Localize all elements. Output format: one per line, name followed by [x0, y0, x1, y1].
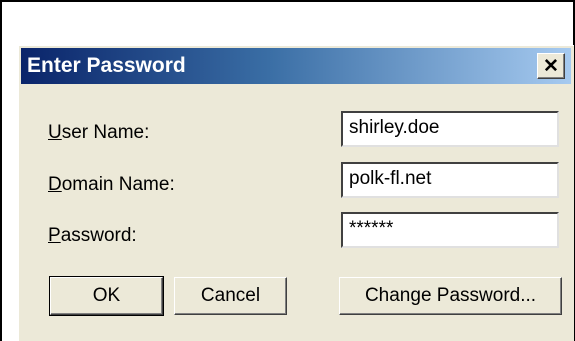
domain-name-label-text: omain Name: [61, 174, 175, 195]
domain-name-label: Domain Name: [48, 174, 175, 196]
ok-button[interactable]: OK [49, 276, 164, 316]
password-field[interactable]: ****** [341, 212, 559, 248]
password-label: Password: [48, 225, 137, 247]
domain-name-label-accel: D [48, 174, 62, 195]
user-name-field[interactable]: shirley.doe [341, 111, 559, 147]
user-name-label-text: ser Name: [61, 122, 150, 143]
enter-password-dialog: Enter Password ✕ User Name: shirley.doe … [18, 45, 574, 341]
user-name-label-accel: U [48, 122, 62, 143]
frame-top-border [0, 0, 575, 2]
close-button[interactable]: ✕ [537, 53, 565, 79]
user-name-label: User Name: [48, 122, 149, 144]
dialog-titlebar[interactable]: Enter Password ✕ [21, 48, 571, 84]
domain-name-field[interactable]: polk-fl.net [341, 162, 559, 198]
close-icon: ✕ [543, 55, 559, 77]
frame-left-border [0, 0, 2, 341]
change-password-button[interactable]: Change Password... [339, 277, 562, 315]
cancel-button[interactable]: Cancel [174, 277, 287, 315]
dialog-title: Enter Password [27, 54, 186, 77]
password-label-text: assword: [60, 225, 137, 246]
screenshot-canvas: Enter Password ✕ User Name: shirley.doe … [0, 0, 575, 341]
password-label-accel: P [48, 225, 61, 246]
